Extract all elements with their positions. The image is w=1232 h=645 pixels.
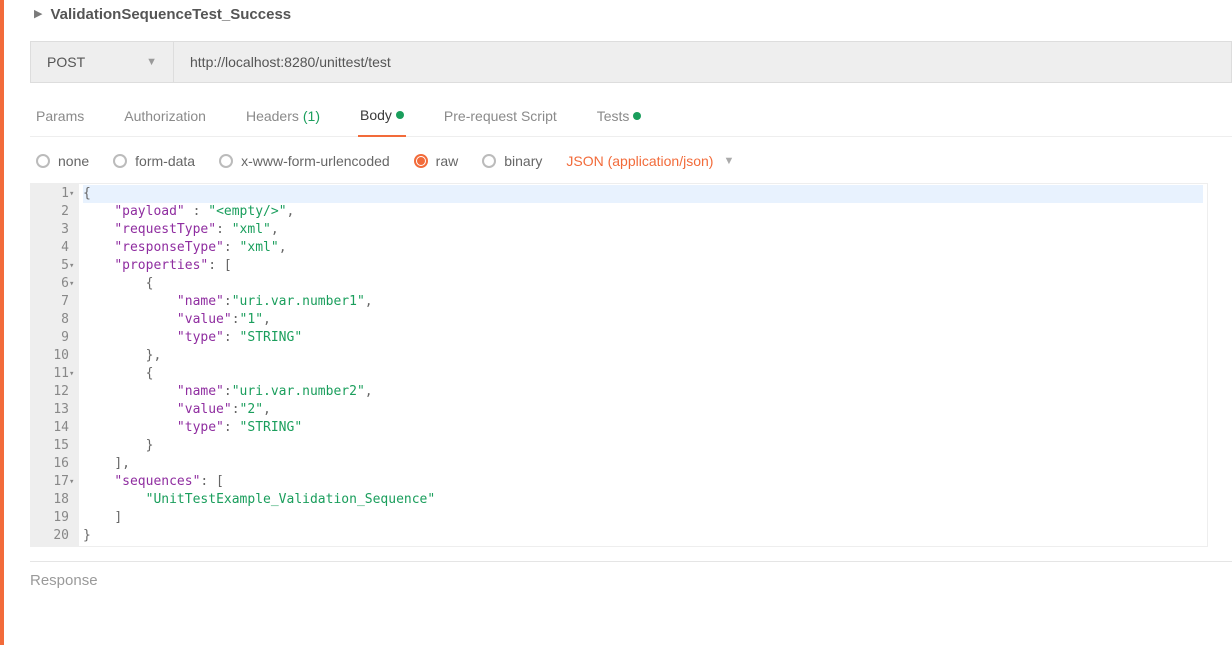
code-line[interactable]: } — [83, 437, 1203, 455]
chevron-down-icon: ▼ — [723, 155, 734, 167]
http-method-label: POST — [47, 54, 85, 70]
code-line[interactable]: "responseType": "xml", — [83, 239, 1203, 257]
code-line[interactable]: "requestType": "xml", — [83, 221, 1203, 239]
gutter-line: 10 — [31, 347, 69, 365]
gutter-line: 12 — [31, 383, 69, 401]
code-line[interactable]: ], — [83, 455, 1203, 473]
body-type-none[interactable]: none — [36, 153, 89, 169]
gutter-line: 4 — [31, 239, 69, 257]
gutter-line: 20 — [31, 527, 69, 545]
code-line[interactable]: { — [83, 275, 1203, 293]
gutter-line: 2 — [31, 203, 69, 221]
code-line[interactable]: "type": "STRING" — [83, 419, 1203, 437]
body-type-binary[interactable]: binary — [482, 153, 542, 169]
editor-code[interactable]: { "payload" : "<empty/>", "requestType":… — [79, 184, 1207, 546]
response-section-header: Response — [30, 561, 1232, 589]
gutter-line: 14 — [31, 419, 69, 437]
editor-gutter: 1▾2345▾6▾7891011▾121314151617▾181920 — [31, 184, 79, 546]
code-line[interactable]: "sequences": [ — [83, 473, 1203, 491]
fold-icon[interactable]: ▾ — [69, 257, 74, 275]
radio-icon — [482, 154, 496, 168]
code-line[interactable]: { — [83, 365, 1203, 383]
left-spacer — [4, 0, 30, 645]
gutter-line: 18 — [31, 491, 69, 509]
fold-icon[interactable]: ▾ — [69, 365, 74, 383]
gutter-line: 3 — [31, 221, 69, 239]
body-type-raw[interactable]: raw — [414, 153, 459, 169]
code-line[interactable]: "properties": [ — [83, 257, 1203, 275]
code-line[interactable]: { — [83, 185, 1203, 203]
tab-authorization[interactable]: Authorization — [122, 101, 208, 136]
gutter-line: 16 — [31, 455, 69, 473]
code-line[interactable]: "name":"uri.var.number1", — [83, 293, 1203, 311]
gutter-line: 6▾ — [31, 275, 69, 293]
gutter-line: 7 — [31, 293, 69, 311]
code-line[interactable]: "value":"1", — [83, 311, 1203, 329]
gutter-line: 9 — [31, 329, 69, 347]
gutter-line: 17▾ — [31, 473, 69, 491]
gutter-line: 1▾ — [31, 185, 69, 203]
tab-params[interactable]: Params — [34, 101, 86, 136]
gutter-line: 5▾ — [31, 257, 69, 275]
tab-tests[interactable]: Tests — [595, 101, 644, 136]
gutter-line: 15 — [31, 437, 69, 455]
code-line[interactable]: "value":"2", — [83, 401, 1203, 419]
tab-pre-request[interactable]: Pre-request Script — [442, 101, 559, 136]
radio-icon — [219, 154, 233, 168]
request-url-input[interactable]: http://localhost:8280/unittest/test — [174, 41, 1232, 83]
code-line[interactable]: } — [83, 527, 1203, 545]
gutter-line: 13 — [31, 401, 69, 419]
body-type-urlencoded[interactable]: x-www-form-urlencoded — [219, 153, 390, 169]
code-line[interactable]: ] — [83, 509, 1203, 527]
request-name-row[interactable]: ▶ ValidationSequenceTest_Success — [30, 2, 1232, 33]
chevron-down-icon: ▼ — [146, 56, 157, 68]
headers-count: (1) — [303, 108, 320, 124]
code-line[interactable]: "name":"uri.var.number2", — [83, 383, 1203, 401]
gutter-line: 11▾ — [31, 365, 69, 383]
radio-selected-icon — [414, 154, 428, 168]
body-type-form-data[interactable]: form-data — [113, 153, 195, 169]
tests-indicator-icon — [633, 112, 641, 120]
code-line[interactable]: }, — [83, 347, 1203, 365]
request-tabs: Params Authorization Headers (1) Body Pr… — [30, 101, 1232, 137]
tab-body[interactable]: Body — [358, 101, 406, 137]
code-line[interactable]: "payload" : "<empty/>", — [83, 203, 1203, 221]
gutter-line: 19 — [31, 509, 69, 527]
fold-icon[interactable]: ▾ — [69, 185, 74, 203]
fold-icon[interactable]: ▾ — [69, 275, 74, 293]
body-indicator-icon — [396, 111, 404, 119]
http-method-select[interactable]: POST ▼ — [30, 41, 174, 83]
code-line[interactable]: "type": "STRING" — [83, 329, 1203, 347]
body-type-row: none form-data x-www-form-urlencoded raw… — [30, 137, 1232, 183]
content-type-select[interactable]: JSON (application/json) ▼ — [566, 153, 734, 169]
body-editor[interactable]: 1▾2345▾6▾7891011▾121314151617▾181920 { "… — [30, 183, 1208, 547]
request-name: ValidationSequenceTest_Success — [50, 6, 291, 23]
fold-icon[interactable]: ▾ — [69, 473, 74, 491]
collapse-icon: ▶ — [34, 7, 42, 20]
gutter-line: 8 — [31, 311, 69, 329]
request-url-text: http://localhost:8280/unittest/test — [190, 54, 391, 70]
radio-icon — [113, 154, 127, 168]
radio-icon — [36, 154, 50, 168]
tab-headers[interactable]: Headers (1) — [244, 101, 322, 136]
code-line[interactable]: "UnitTestExample_Validation_Sequence" — [83, 491, 1203, 509]
